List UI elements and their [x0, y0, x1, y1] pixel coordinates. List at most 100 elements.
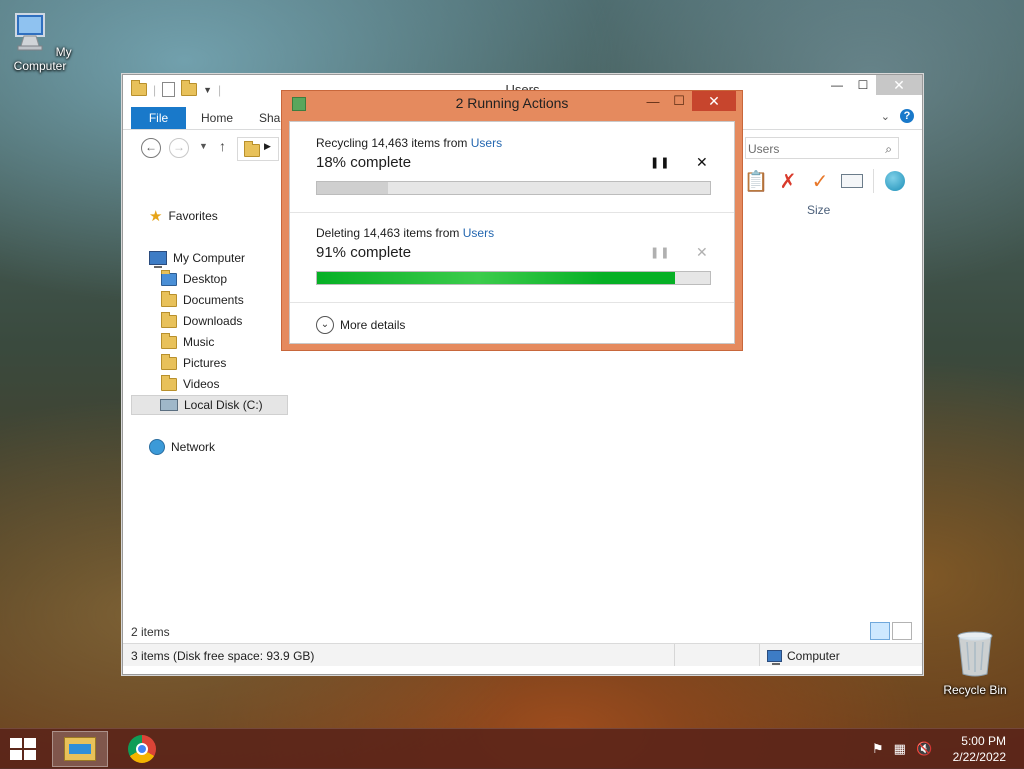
videos-folder-icon: [161, 374, 177, 391]
progress-fill: [317, 182, 388, 194]
breadcrumb-arrow-icon: ▶: [264, 141, 271, 151]
progress-fill: [317, 272, 675, 284]
close-button[interactable]: ✕: [876, 75, 922, 95]
rename-icon[interactable]: [841, 170, 863, 192]
dialog-close-button[interactable]: ✕: [692, 91, 736, 111]
status-bar: 3 items (Disk free space: 93.9 GB) Compu…: [123, 643, 922, 666]
sidebar-item-music[interactable]: Music: [161, 332, 214, 352]
minimize-button[interactable]: —: [824, 75, 850, 95]
sidebar-item-downloads[interactable]: Downloads: [161, 311, 242, 331]
status-location-label: Computer: [787, 649, 840, 663]
clock-time: 5:00 PM: [961, 734, 1006, 748]
system-tray: ⚑ ▦ 🔇: [872, 741, 932, 757]
search-icon: ⌕: [885, 142, 892, 156]
taskbar-chrome[interactable]: [114, 731, 170, 767]
dialog-body: Recycling 14,463 items from Users 18% co…: [289, 121, 735, 344]
expand-ribbon-icon[interactable]: ⌄: [881, 110, 890, 123]
clock[interactable]: 5:00 PM 2/22/2022: [953, 733, 1006, 765]
running-actions-dialog: 2 Running Actions — ☐ ✕ Recycling 14,463…: [281, 90, 743, 351]
address-bar[interactable]: ▶: [237, 137, 279, 161]
sidebar-item-label: Desktop: [183, 272, 228, 286]
globe-icon[interactable]: [884, 170, 906, 192]
computer-icon: [15, 13, 46, 51]
cancel-button[interactable]: ✕: [696, 244, 708, 261]
sidebar-item-label: Favorites: [168, 209, 218, 223]
command-toolbar: 📋 ✗ ✓: [744, 169, 906, 193]
tab-file[interactable]: File: [131, 107, 186, 129]
navigation-pane: ★ Favorites My Computer Desktop Document…: [123, 200, 293, 620]
clock-date: 2/22/2022: [952, 750, 1006, 764]
source-folder-link[interactable]: Users: [471, 136, 502, 150]
sidebar-item-videos[interactable]: Videos: [161, 374, 219, 394]
sidebar-item-pictures[interactable]: Pictures: [161, 353, 226, 373]
progress-text: 18% complete: [316, 154, 412, 171]
divider: [290, 302, 734, 303]
sidebar-item-label: Documents: [183, 293, 244, 307]
search-text: Users: [748, 142, 780, 156]
chevron-down-icon: ⌄: [316, 316, 334, 334]
taskbar-file-explorer[interactable]: [52, 731, 108, 767]
window-controls: — ☐ ✕: [824, 75, 922, 95]
source-folder-link[interactable]: Users: [463, 226, 494, 240]
up-button[interactable]: ↑: [219, 138, 226, 154]
delete-icon[interactable]: ✗: [777, 170, 799, 193]
disk-free-space-text: 3 items (Disk free space: 93.9 GB): [131, 649, 315, 663]
tab-home[interactable]: Home: [201, 111, 233, 125]
star-icon: ★: [149, 208, 163, 225]
pause-button[interactable]: ❚❚: [650, 246, 670, 259]
pause-button[interactable]: ❚❚: [650, 156, 670, 169]
more-details-button[interactable]: ⌄ More details: [316, 316, 405, 334]
chrome-icon: [128, 735, 156, 763]
pictures-folder-icon: [161, 353, 177, 370]
action-center-flag-icon[interactable]: ⚑: [872, 741, 884, 757]
sidebar-item-label: Network: [171, 440, 216, 454]
sidebar-item-label: Local Disk (C:): [184, 398, 263, 412]
recent-locations-icon[interactable]: ▼: [199, 141, 208, 151]
volume-muted-icon[interactable]: 🔇: [916, 741, 932, 757]
taskbar: ⚑ ▦ 🔇 5:00 PM 2/22/2022: [0, 728, 1024, 769]
operation-action-text: Recycling 14,463 items from: [316, 136, 471, 150]
sidebar-item-documents[interactable]: Documents: [161, 290, 244, 310]
desktop-icon-my-computer[interactable]: My Computer: [0, 10, 82, 73]
desktop-icon-label: Recycle Bin: [943, 683, 1007, 697]
network-status-icon[interactable]: ▦: [894, 741, 906, 757]
progress-bar: [316, 271, 711, 285]
checkmark-icon[interactable]: ✓: [809, 170, 831, 193]
operation-action-text: Deleting 14,463 items from: [316, 226, 463, 240]
clipboard-icon[interactable]: 📋: [744, 170, 769, 193]
dialog-maximize-button[interactable]: ☐: [666, 91, 692, 111]
operation-description: Recycling 14,463 items from Users: [316, 136, 502, 150]
back-button[interactable]: ←: [141, 138, 161, 158]
large-icons-view-button[interactable]: [892, 622, 912, 640]
network-icon: [149, 439, 165, 455]
column-header-size[interactable]: Size: [807, 203, 830, 217]
help-icon[interactable]: ?: [900, 109, 914, 123]
computer-icon: [149, 251, 167, 268]
sidebar-item-favorites[interactable]: ★ Favorites: [149, 206, 218, 226]
dialog-minimize-button[interactable]: —: [640, 91, 666, 111]
downloads-folder-icon: [161, 311, 177, 328]
sidebar-item-local-disk[interactable]: Local Disk (C:): [131, 395, 288, 415]
status-location: Computer: [767, 649, 840, 665]
sidebar-item-my-computer[interactable]: My Computer: [149, 248, 245, 268]
sidebar-item-label: Pictures: [183, 356, 227, 370]
desktop-icon-recycle-bin[interactable]: Recycle Bin: [933, 630, 1017, 697]
folder-icon: [64, 737, 96, 761]
cancel-button[interactable]: ✕: [696, 154, 708, 171]
maximize-button[interactable]: ☐: [850, 75, 876, 95]
folder-icon: [244, 141, 260, 157]
details-view-button[interactable]: [870, 622, 890, 640]
sidebar-item-label: Downloads: [183, 314, 243, 328]
desktop-folder-icon: [161, 269, 177, 286]
sidebar-item-network[interactable]: Network: [149, 437, 215, 457]
documents-folder-icon: [161, 290, 177, 307]
music-folder-icon: [161, 332, 177, 349]
progress-text: 91% complete: [316, 244, 412, 261]
drive-icon: [160, 399, 178, 411]
search-input[interactable]: Users ⌕: [745, 137, 899, 159]
sidebar-item-desktop[interactable]: Desktop: [161, 269, 227, 289]
start-button[interactable]: [10, 738, 38, 760]
operation-deleting: Deleting 14,463 items from Users 91% com…: [290, 212, 734, 302]
forward-button[interactable]: →: [169, 138, 189, 158]
operation-recycling: Recycling 14,463 items from Users 18% co…: [290, 122, 734, 212]
